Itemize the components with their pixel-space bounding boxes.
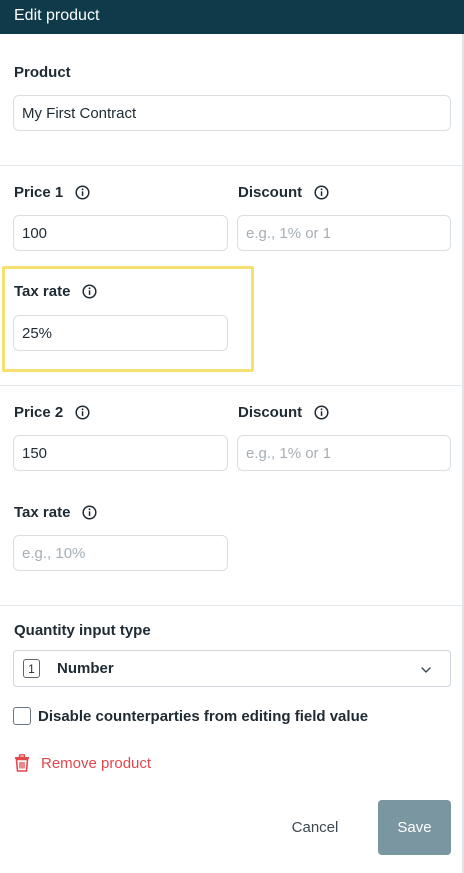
- remove-product-label: Remove product: [41, 754, 152, 772]
- info-icon[interactable]: [314, 185, 329, 200]
- info-icon[interactable]: [82, 505, 97, 520]
- price1-input[interactable]: [13, 215, 228, 251]
- discount1-label-text: Discount: [238, 184, 303, 201]
- cancel-button[interactable]: Cancel: [272, 810, 358, 844]
- tax1-label: Tax rate: [14, 283, 97, 300]
- tax1-input[interactable]: [13, 315, 228, 351]
- discount1-label: Discount: [238, 184, 329, 201]
- product-label-text: Product: [14, 64, 71, 81]
- info-icon[interactable]: [75, 185, 90, 200]
- info-icon[interactable]: [82, 284, 97, 299]
- discount1-input[interactable]: [237, 215, 451, 251]
- quantity-type-label: Quantity input type: [14, 622, 151, 639]
- discount2-input[interactable]: [237, 435, 451, 471]
- panel-title: Edit product: [14, 7, 100, 24]
- save-button[interactable]: Save: [378, 800, 451, 855]
- discount2-label-text: Discount: [238, 404, 303, 421]
- divider: [0, 385, 462, 386]
- discount2-label: Discount: [238, 404, 329, 421]
- disable-editing-label[interactable]: Disable counterparties from editing fiel…: [38, 708, 368, 725]
- divider: [0, 605, 462, 606]
- product-name-input[interactable]: [13, 95, 451, 131]
- disable-editing-checkbox[interactable]: [13, 707, 31, 725]
- tax2-input[interactable]: [13, 535, 228, 571]
- price1-label: Price 1: [14, 184, 90, 201]
- price2-label-text: Price 2: [14, 404, 64, 421]
- quantity-type-value: Number: [57, 660, 114, 677]
- remove-product-button[interactable]: Remove product: [14, 754, 151, 772]
- tax2-label: Tax rate: [14, 504, 97, 521]
- trash-icon: [14, 754, 30, 772]
- tax2-label-text: Tax rate: [14, 504, 71, 521]
- info-icon[interactable]: [75, 405, 90, 420]
- info-icon[interactable]: [314, 405, 329, 420]
- price2-input[interactable]: [13, 435, 228, 471]
- tax1-label-text: Tax rate: [14, 283, 71, 300]
- quantity-type-label-text: Quantity input type: [14, 622, 151, 639]
- price1-label-text: Price 1: [14, 184, 64, 201]
- number-icon: 1: [23, 659, 40, 678]
- chevron-down-icon: [420, 663, 432, 675]
- panel-header: Edit product: [0, 0, 464, 34]
- product-label: Product: [14, 64, 71, 81]
- quantity-type-select[interactable]: 1 Number: [13, 650, 451, 687]
- divider: [0, 165, 462, 166]
- price2-label: Price 2: [14, 404, 90, 421]
